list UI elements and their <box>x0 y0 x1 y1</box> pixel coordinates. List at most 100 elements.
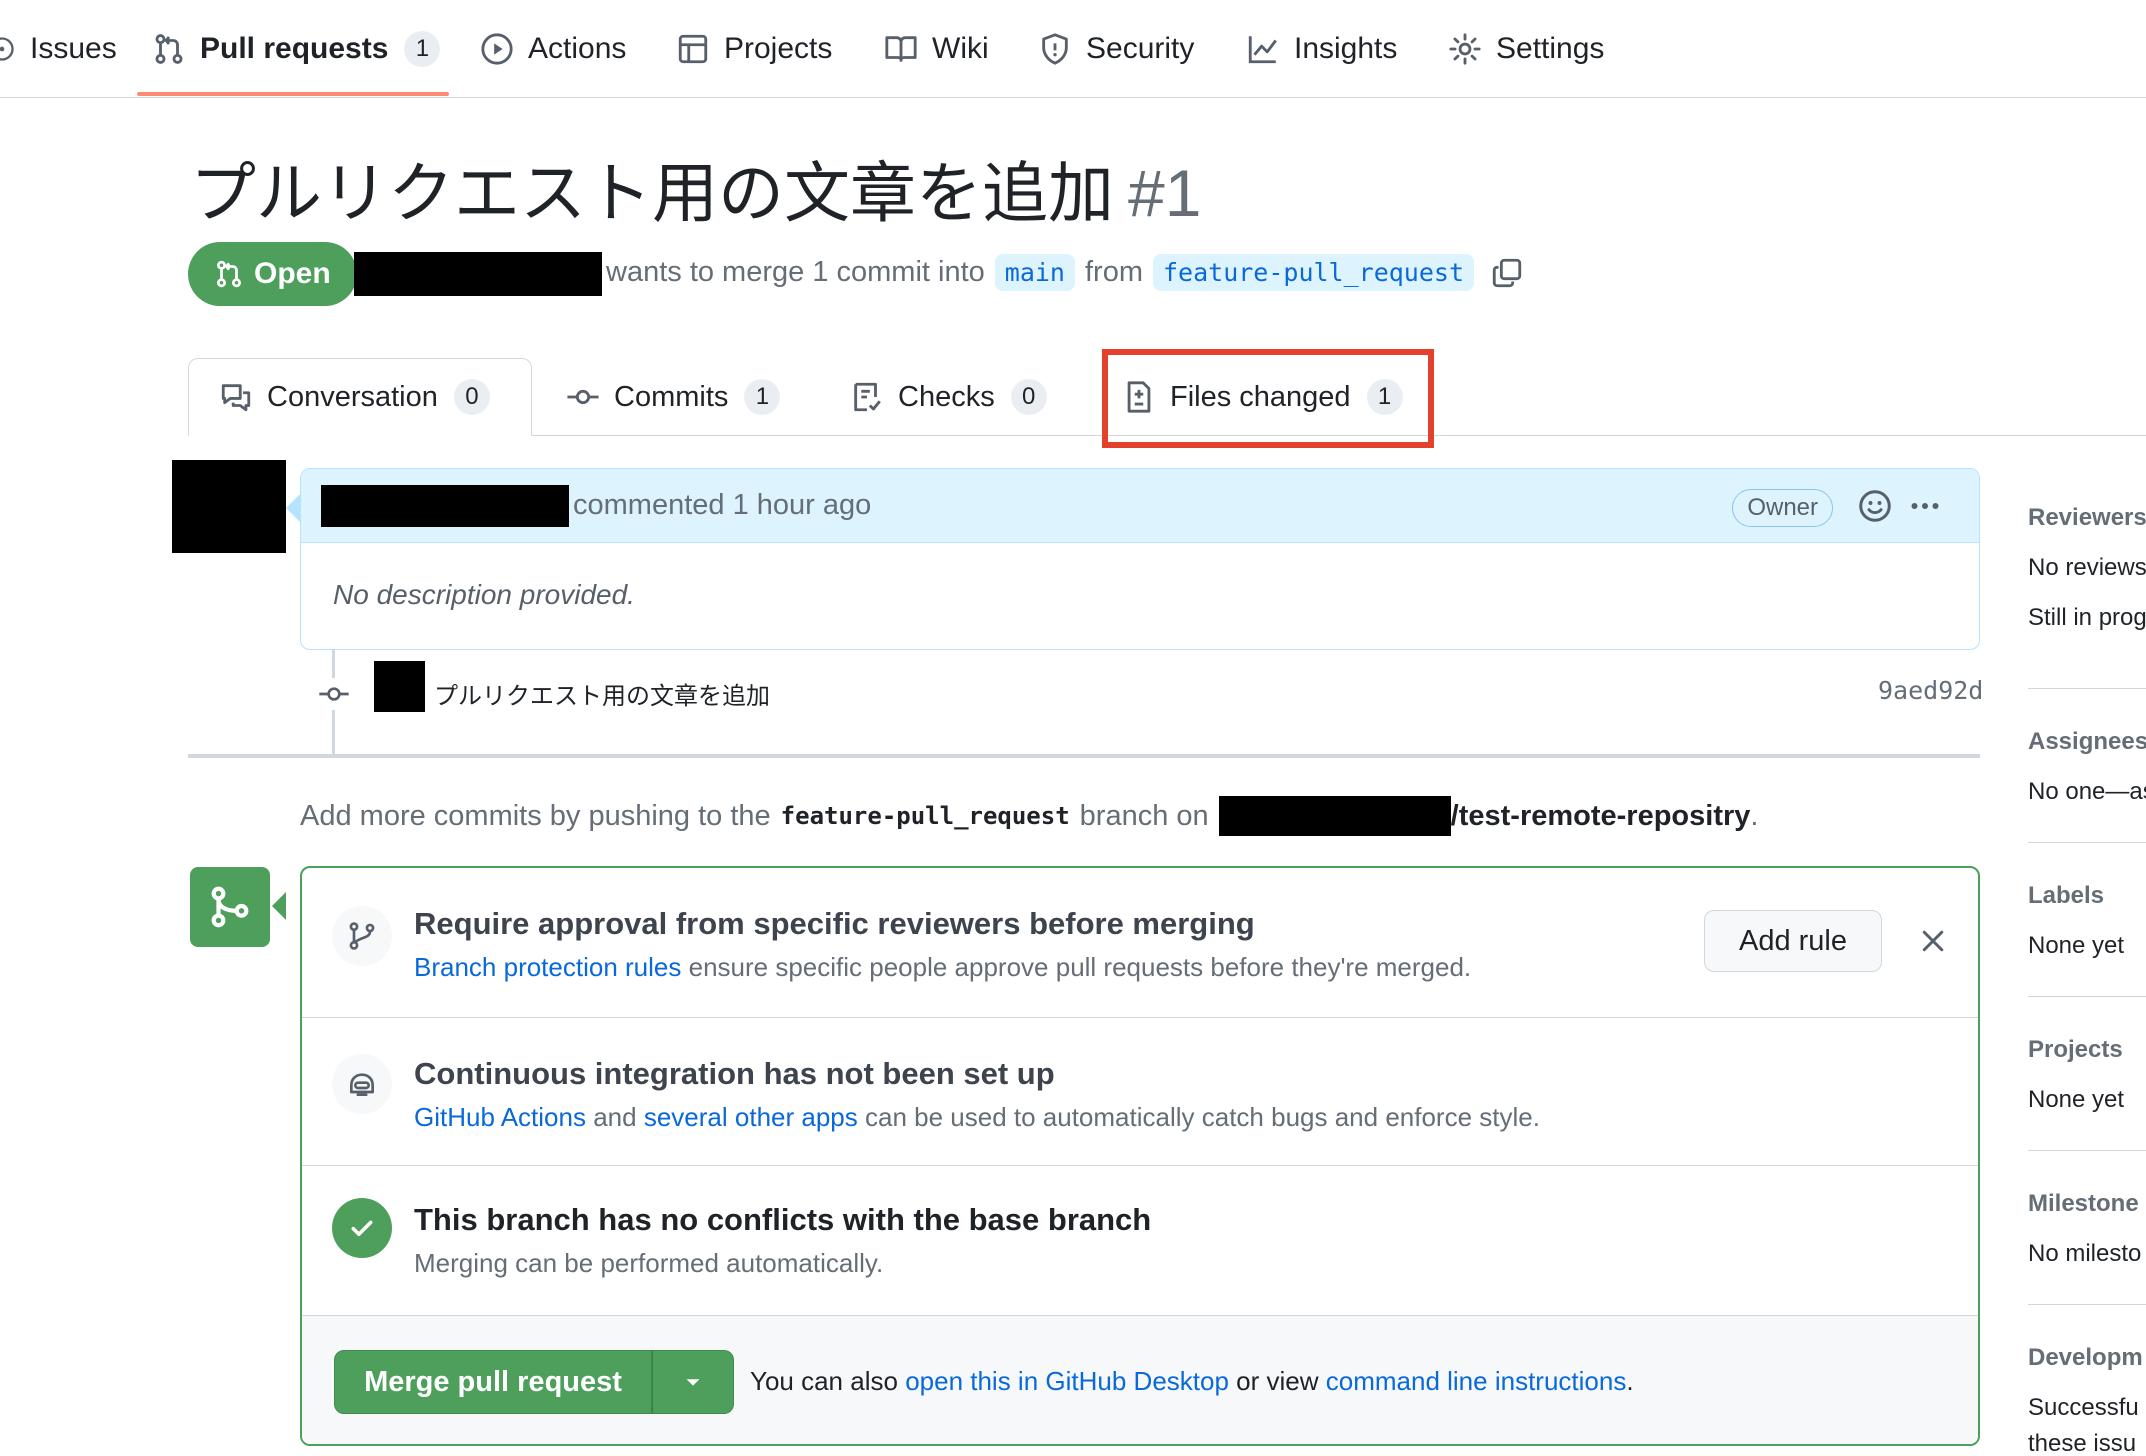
sidebar-divider <box>2028 1304 2146 1305</box>
tab-conversation-count: 0 <box>453 379 490 415</box>
merge-pull-request-button[interactable]: Merge pull request <box>334 1350 652 1414</box>
comment-body: No description provided. <box>333 579 635 610</box>
tab-checks-label: Checks <box>898 380 995 413</box>
comment-timestamp[interactable]: commented 1 hour ago <box>573 489 871 522</box>
sidebar-divider <box>2028 996 2146 997</box>
push-note-prefix: Add more commits by pushing to the <box>300 799 771 832</box>
check-icon <box>351 1220 373 1236</box>
nav-security[interactable]: Security <box>1038 0 1194 98</box>
merge-alternatives: You can also open this in GitHub Desktop… <box>750 1366 1634 1397</box>
sidebar-assignees-heading[interactable]: Assignees <box>2028 728 2146 756</box>
sidebar-assignees: Assignees No one—as <box>2028 728 2146 806</box>
graph-icon <box>1248 36 1277 64</box>
ci-section: Continuous integration has not been set … <box>302 1018 1978 1166</box>
close-icon[interactable] <box>1918 926 1948 956</box>
sidebar-reviewers-value-2: Still in prog <box>2028 604 2146 631</box>
conflicts-title: This branch has no conflicts with the ba… <box>414 1202 1152 1237</box>
push-note: Add more commits by pushing to the featu… <box>300 796 1758 836</box>
avatar[interactable] <box>172 460 286 553</box>
book-icon <box>885 36 917 62</box>
nav-active-underline <box>137 92 449 96</box>
command-line-link[interactable]: command line instructions <box>1326 1366 1627 1396</box>
commit-icon <box>567 389 599 405</box>
nav-projects-label: Projects <box>724 32 833 65</box>
git-pull-request-icon <box>155 34 183 64</box>
comment-card: commented 1 hour ago Owner No descriptio… <box>300 468 1980 650</box>
status-badge: Open <box>188 242 357 306</box>
push-note-repo[interactable]: /test-remote-repositry <box>1451 800 1751 833</box>
ci-title: Continuous integration has not been set … <box>414 1056 1055 1091</box>
conflicts-circle <box>332 1198 392 1258</box>
nav-insights[interactable]: Insights <box>1246 0 1397 98</box>
git-merge-icon <box>211 886 249 928</box>
commit-author-avatar[interactable] <box>374 661 425 712</box>
checklist-icon <box>854 382 881 412</box>
sidebar-milestone-heading[interactable]: Milestone <box>2028 1190 2146 1218</box>
nav-projects[interactable]: Projects <box>676 0 832 98</box>
ci-desc: can be used to automatically catch bugs … <box>864 1102 1540 1132</box>
author-redacted <box>354 252 602 296</box>
nav-actions[interactable]: Actions <box>480 0 626 98</box>
approval-desc: ensure specific people approve pull requ… <box>688 952 1472 982</box>
sidebar-labels-heading[interactable]: Labels <box>2028 882 2146 910</box>
comment-header: commented 1 hour ago Owner <box>301 469 1979 543</box>
git-pull-request-icon <box>217 260 241 288</box>
pr-from-text: from <box>1084 256 1143 288</box>
owner-label: Owner <box>1732 489 1833 527</box>
approval-title: Require approval from specific reviewers… <box>414 906 1255 941</box>
base-branch-label[interactable]: main <box>994 254 1075 291</box>
add-rule-button[interactable]: Add rule <box>1704 910 1882 972</box>
branch-protection-link[interactable]: Branch protection rules <box>414 952 681 982</box>
approval-text: Branch protection rules ensure specific … <box>414 952 1471 983</box>
smiley-icon[interactable] <box>1857 488 1893 524</box>
comment-discussion-icon <box>221 384 251 412</box>
ci-and: and <box>593 1102 637 1132</box>
nav-security-label: Security <box>1086 32 1195 65</box>
push-note-middle: branch on <box>1079 799 1209 832</box>
kebab-horizontal-icon[interactable] <box>1907 488 1943 524</box>
nav-settings[interactable]: Settings <box>1448 0 1604 98</box>
tab-conversation[interactable]: Conversation 0 <box>188 358 532 436</box>
triangle-down-icon <box>686 1379 700 1386</box>
repo-owner-redacted <box>1218 796 1451 836</box>
approval-section: Require approval from specific reviewers… <box>302 868 1978 1018</box>
timeline-divider <box>188 754 1980 758</box>
tab-commits[interactable]: Commits 1 <box>566 358 781 436</box>
head-branch-label[interactable]: feature-pull_request <box>1152 254 1475 291</box>
nav-wiki-label: Wiki <box>932 32 989 65</box>
other-apps-link[interactable]: several other apps <box>644 1102 858 1132</box>
sidebar-projects-heading[interactable]: Projects <box>2028 1036 2146 1064</box>
sidebar-reviewers-value: No reviews <box>2028 554 2146 581</box>
nav-pull-requests-label: Pull requests <box>200 32 389 65</box>
commit-message[interactable]: プルリクエスト用の文章を追加 <box>434 676 770 711</box>
pr-number: #1 <box>1128 156 1202 230</box>
sidebar-projects-value: None yet <box>2028 1086 2125 1113</box>
merge-status-icon <box>190 867 270 947</box>
tab-checks[interactable]: Checks 0 <box>850 358 1047 436</box>
files-changed-highlight <box>1102 349 1434 448</box>
pr-meta: wants to merge 1 commit into main from f… <box>606 254 1524 291</box>
nav-issues-label: Issues <box>30 32 117 65</box>
tab-checks-count: 0 <box>1010 379 1047 415</box>
merge-method-dropdown[interactable] <box>652 1350 734 1414</box>
tab-commits-count: 1 <box>744 379 781 415</box>
nav-wiki[interactable]: Wiki <box>884 0 989 98</box>
sidebar-divider <box>2028 688 2146 689</box>
sidebar-projects: Projects None yet <box>2028 1036 2146 1114</box>
copy-icon[interactable] <box>1490 256 1524 290</box>
github-actions-link[interactable]: GitHub Actions <box>414 1102 586 1132</box>
sidebar-reviewers-heading[interactable]: Reviewers <box>2028 504 2146 532</box>
table-icon <box>678 34 708 64</box>
pr-meta-text: wants to merge 1 commit into <box>606 256 985 288</box>
sidebar-development-heading[interactable]: Developm <box>2028 1344 2146 1372</box>
sidebar-milestone-value: No milesto <box>2028 1240 2142 1267</box>
sidebar-development: Developm Successfu these issu <box>2028 1344 2146 1456</box>
nav-pull-requests[interactable]: Pull requests 1 <box>152 0 441 98</box>
github-desktop-link[interactable]: open this in GitHub Desktop <box>905 1366 1229 1396</box>
ci-circle <box>332 1054 392 1114</box>
sidebar-development-value: Successfu <box>2028 1394 2139 1421</box>
pr-title-text: プルリクエスト用の文章を追加 <box>190 156 1114 230</box>
nav-issues[interactable]: Issues <box>0 0 117 98</box>
commit-sha[interactable]: 9aed92d <box>1878 676 1983 705</box>
conflicts-text: Merging can be performed automatically. <box>414 1248 884 1278</box>
